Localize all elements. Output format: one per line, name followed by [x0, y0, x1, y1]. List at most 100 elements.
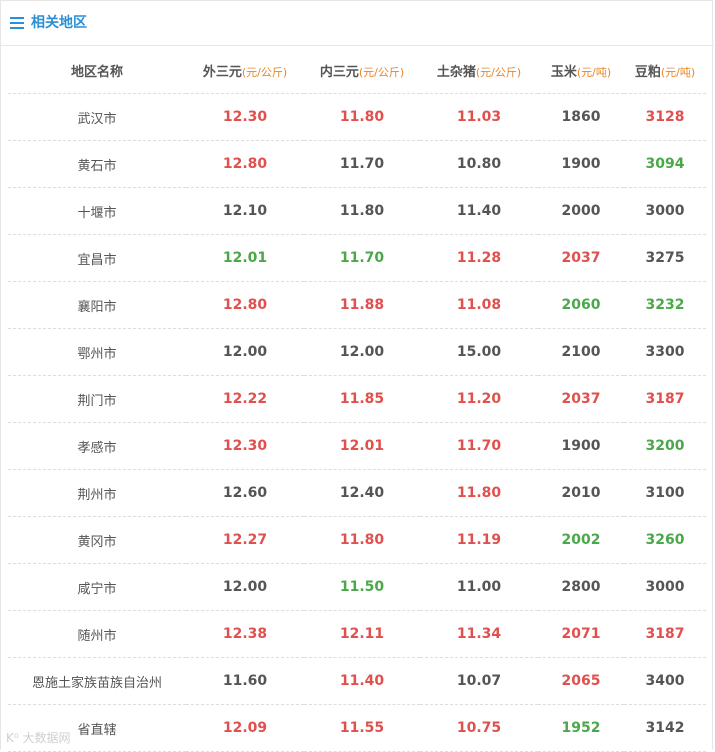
- column-header: 土杂猪(元/公斤): [420, 47, 538, 94]
- region-name-cell: 孝感市: [8, 422, 186, 470]
- table-row: 宜昌市 12.01 11.70 11.28 2037 3275: [8, 234, 706, 282]
- price-cell: 11.00: [420, 563, 538, 611]
- price-cell: 1860: [538, 93, 624, 141]
- price-cell: 3275: [624, 234, 706, 282]
- column-header: 豆粕(元/吨): [624, 47, 706, 94]
- price-cell: 11.88: [304, 281, 420, 329]
- price-cell: 2800: [538, 563, 624, 611]
- price-cell: 11.28: [420, 234, 538, 282]
- price-cell: 11.55: [304, 704, 420, 752]
- price-cell: 11.40: [304, 657, 420, 705]
- region-name-cell: 咸宁市: [8, 563, 186, 611]
- table-row: 随州市 12.38 12.11 11.34 2071 3187: [8, 610, 706, 658]
- price-cell: 11.80: [304, 516, 420, 564]
- price-cell: 12.00: [304, 328, 420, 376]
- price-cell: 2071: [538, 610, 624, 658]
- column-header: 外三元(元/公斤): [186, 47, 304, 94]
- panel-title: 相关地区: [31, 15, 87, 31]
- table-row: 恩施土家族苗族自治州 11.60 11.40 10.07 2065 3400: [8, 657, 706, 705]
- price-cell: 11.70: [304, 234, 420, 282]
- table-row: 鄂州市 12.00 12.00 15.00 2100 3300: [8, 328, 706, 376]
- column-header-label: 豆粕: [634, 64, 661, 80]
- column-header-unit: (元/公斤): [358, 65, 405, 79]
- table-header-row: 地区名称 外三元(元/公斤) 内三元(元/公斤) 土杂猪(元/公斤) 玉米(元/吨) 豆粕…: [8, 47, 706, 94]
- column-header-label: 地区名称: [70, 64, 123, 80]
- price-cell: 11.70: [304, 140, 420, 188]
- column-header-unit: (元/吨): [576, 65, 612, 79]
- price-cell: 3142: [624, 704, 706, 752]
- table-row: 荆州市 12.60 12.40 11.80 2010 3100: [8, 469, 706, 517]
- price-cell: 2065: [538, 657, 624, 705]
- table-row: 孝感市 12.30 12.01 11.70 1900 3200: [8, 422, 706, 470]
- price-cell: 2100: [538, 328, 624, 376]
- price-cell: 1952: [538, 704, 624, 752]
- price-cell: 2060: [538, 281, 624, 329]
- price-cell: 3000: [624, 187, 706, 235]
- price-cell: 12.00: [186, 563, 304, 611]
- price-cell: 2002: [538, 516, 624, 564]
- menu-icon[interactable]: [10, 17, 24, 29]
- region-name-cell: 鄂州市: [8, 328, 186, 376]
- price-cell: 3187: [624, 375, 706, 423]
- price-cell: 12.09: [186, 704, 304, 752]
- price-cell: 11.19: [420, 516, 538, 564]
- column-header-label: 玉米: [550, 64, 577, 80]
- price-cell: 2037: [538, 375, 624, 423]
- panel-header: 相关地区: [1, 1, 714, 46]
- region-name-cell: 随州市: [8, 610, 186, 658]
- price-cell: 11.60: [186, 657, 304, 705]
- price-table: 地区名称 外三元(元/公斤) 内三元(元/公斤) 土杂猪(元/公斤) 玉米(元/吨) 豆粕…: [8, 47, 706, 752]
- price-cell: 12.00: [186, 328, 304, 376]
- price-cell: 11.50: [304, 563, 420, 611]
- table-row: 黄冈市 12.27 11.80 11.19 2002 3260: [8, 516, 706, 564]
- column-header-label: 内三元: [319, 64, 359, 80]
- price-cell: 3187: [624, 610, 706, 658]
- price-cell: 3094: [624, 140, 706, 188]
- price-cell: 12.80: [186, 140, 304, 188]
- price-cell: 11.70: [420, 422, 538, 470]
- price-cell: 3260: [624, 516, 706, 564]
- region-name-cell: 黄石市: [8, 140, 186, 188]
- region-name-cell: 武汉市: [8, 93, 186, 141]
- price-cell: 12.38: [186, 610, 304, 658]
- price-cell: 3128: [624, 93, 706, 141]
- price-cell: 12.11: [304, 610, 420, 658]
- region-name-cell: 黄冈市: [8, 516, 186, 564]
- price-cell: 11.80: [304, 93, 420, 141]
- table-row: 十堰市 12.10 11.80 11.40 2000 3000: [8, 187, 706, 235]
- price-cell: 11.20: [420, 375, 538, 423]
- watermark-logo: K⁰ 大数据网: [6, 731, 71, 745]
- column-header-label: 土杂猪: [436, 64, 476, 80]
- price-cell: 2010: [538, 469, 624, 517]
- table-body: 武汉市 12.30 11.80 11.03 1860 3128 黄石市 12.80 11.70 1…: [8, 93, 706, 752]
- column-header-unit: (元/公斤): [475, 65, 522, 79]
- price-cell: 12.27: [186, 516, 304, 564]
- table-row: 武汉市 12.30 11.80 11.03 1860 3128: [8, 93, 706, 141]
- table-row: 襄阳市 12.80 11.88 11.08 2060 3232: [8, 281, 706, 329]
- price-cell: 12.30: [186, 422, 304, 470]
- price-cell: 15.00: [420, 328, 538, 376]
- column-header: 内三元(元/公斤): [304, 47, 420, 94]
- table-row: 咸宁市 12.00 11.50 11.00 2800 3000: [8, 563, 706, 611]
- region-name-cell: 荆门市: [8, 375, 186, 423]
- price-cell: 11.03: [420, 93, 538, 141]
- price-cell: 11.08: [420, 281, 538, 329]
- price-cell: 3200: [624, 422, 706, 470]
- price-cell: 2037: [538, 234, 624, 282]
- column-header: 地区名称: [8, 47, 186, 94]
- column-header-unit: (元/吨): [660, 65, 696, 79]
- region-name-cell: 宜昌市: [8, 234, 186, 282]
- price-cell: 10.75: [420, 704, 538, 752]
- table-row: 省直辖 12.09 11.55 10.75 1952 3142: [8, 704, 706, 752]
- price-cell: 11.85: [304, 375, 420, 423]
- price-cell: 12.80: [186, 281, 304, 329]
- price-cell: 11.80: [420, 469, 538, 517]
- price-cell: 11.34: [420, 610, 538, 658]
- column-header: 玉米(元/吨): [538, 47, 624, 94]
- price-cell: 3300: [624, 328, 706, 376]
- price-cell: 12.10: [186, 187, 304, 235]
- price-cell: 3000: [624, 563, 706, 611]
- price-cell: 11.80: [304, 187, 420, 235]
- region-name-cell: 荆州市: [8, 469, 186, 517]
- price-cell: 12.40: [304, 469, 420, 517]
